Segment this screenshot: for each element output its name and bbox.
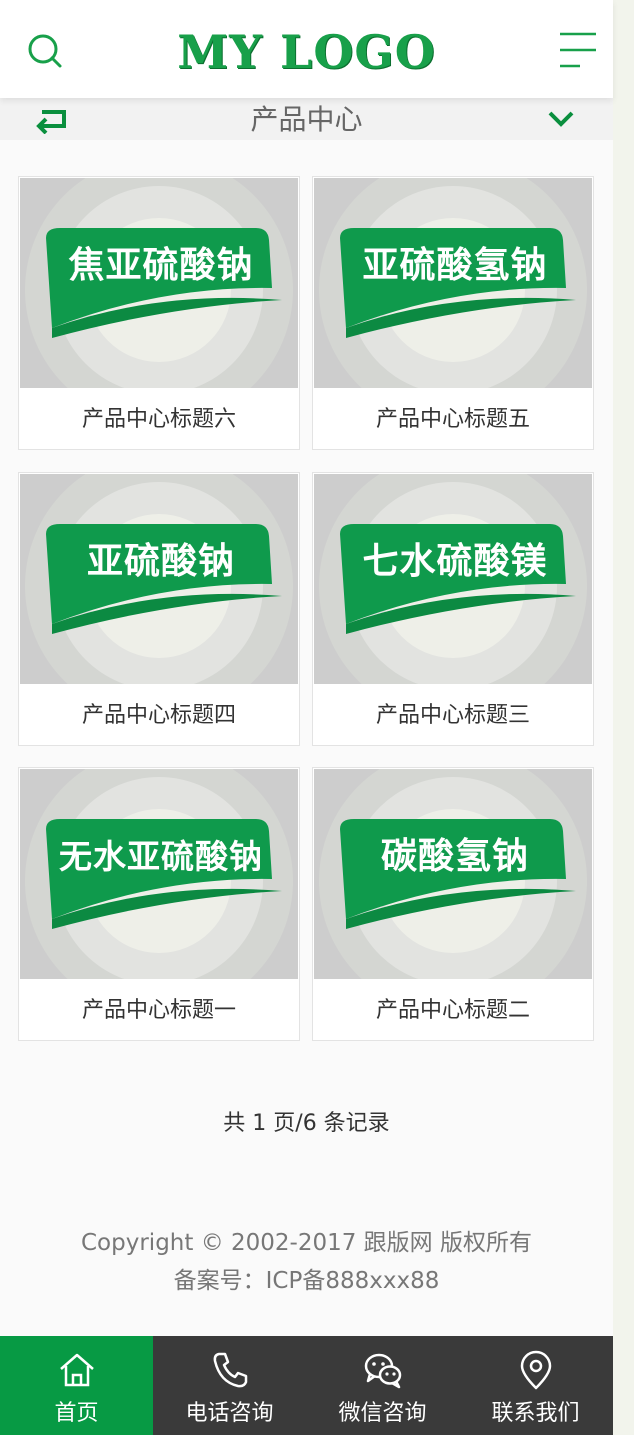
product-badge-text: 亚硫酸氢钠	[362, 245, 548, 286]
product-card[interactable]: 亚硫酸氢钠 产品中心标题五	[312, 176, 594, 450]
menu-icon	[560, 32, 596, 68]
nav-home-label: 首页	[54, 1401, 99, 1426]
product-title[interactable]: 产品中心标题一	[19, 980, 299, 1040]
product-image: 无水亚硫酸钠	[20, 769, 298, 979]
copyright-text: Copyright © 2002-2017 跟版网 版权所有	[81, 1230, 532, 1256]
product-card[interactable]: 无水亚硫酸钠 产品中心标题一	[18, 767, 300, 1041]
back-button[interactable]	[34, 106, 70, 135]
nav-phone[interactable]: 电话咨询	[153, 1336, 306, 1435]
product-image: 七水硫酸镁	[314, 474, 592, 684]
location-pin-icon	[520, 1350, 552, 1390]
nav-wechat-label: 微信咨询	[338, 1401, 427, 1426]
icp-record: 备案号：ICP备888xxx88	[173, 1268, 440, 1294]
nav-phone-label: 电话咨询	[185, 1401, 274, 1426]
phone-icon	[213, 1352, 248, 1388]
home-icon	[60, 1353, 94, 1387]
product-card[interactable]: 亚硫酸钠 产品中心标题四	[18, 472, 300, 746]
search-icon	[28, 34, 62, 68]
product-title[interactable]: 产品中心标题三	[313, 685, 593, 745]
pagination-info: 共 1 页/6 条记录	[223, 1111, 390, 1136]
page: MY LOGO 产品中心 焦亚硫酸钠 产品中心标题六 亚硫酸氢钠 产品中心标题五…	[0, 0, 613, 1435]
nav-home[interactable]: 首页	[0, 1336, 153, 1435]
product-title[interactable]: 产品中心标题四	[19, 685, 299, 745]
product-title[interactable]: 产品中心标题二	[313, 980, 593, 1040]
product-card[interactable]: 碳酸氢钠 产品中心标题二	[312, 767, 594, 1041]
product-badge-text: 七水硫酸镁	[362, 541, 548, 582]
return-arrow-icon	[36, 110, 66, 135]
category-dropdown-button[interactable]	[546, 108, 576, 130]
chevron-down-icon	[548, 111, 574, 127]
wechat-icon	[364, 1353, 402, 1389]
product-card[interactable]: 焦亚硫酸钠 产品中心标题六	[18, 176, 300, 450]
menu-button[interactable]	[556, 30, 600, 70]
product-title[interactable]: 产品中心标题六	[19, 389, 299, 449]
nav-wechat[interactable]: 微信咨询	[306, 1336, 459, 1435]
product-badge-text: 碳酸氢钠	[380, 836, 529, 877]
logo[interactable]: MY LOGO	[150, 22, 463, 82]
product-card[interactable]: 七水硫酸镁 产品中心标题三	[312, 472, 594, 746]
product-image: 亚硫酸钠	[20, 474, 298, 684]
nav-contact-label: 联系我们	[491, 1401, 580, 1426]
product-image: 焦亚硫酸钠	[20, 178, 298, 388]
product-title[interactable]: 产品中心标题五	[313, 389, 593, 449]
bottom-navigation: 首页 电话咨询 微信咨询 联系我们	[0, 1336, 613, 1435]
page-title: 产品中心	[250, 103, 363, 136]
nav-contact[interactable]: 联系我们	[459, 1336, 612, 1435]
product-image: 亚硫酸氢钠	[314, 178, 592, 388]
search-button[interactable]	[26, 32, 64, 70]
product-image: 碳酸氢钠	[314, 769, 592, 979]
product-badge-text: 无水亚硫酸钠	[59, 837, 263, 876]
product-badge-text: 焦亚硫酸钠	[68, 245, 254, 286]
product-badge-text: 亚硫酸钠	[86, 541, 235, 582]
header: MY LOGO	[0, 0, 613, 98]
